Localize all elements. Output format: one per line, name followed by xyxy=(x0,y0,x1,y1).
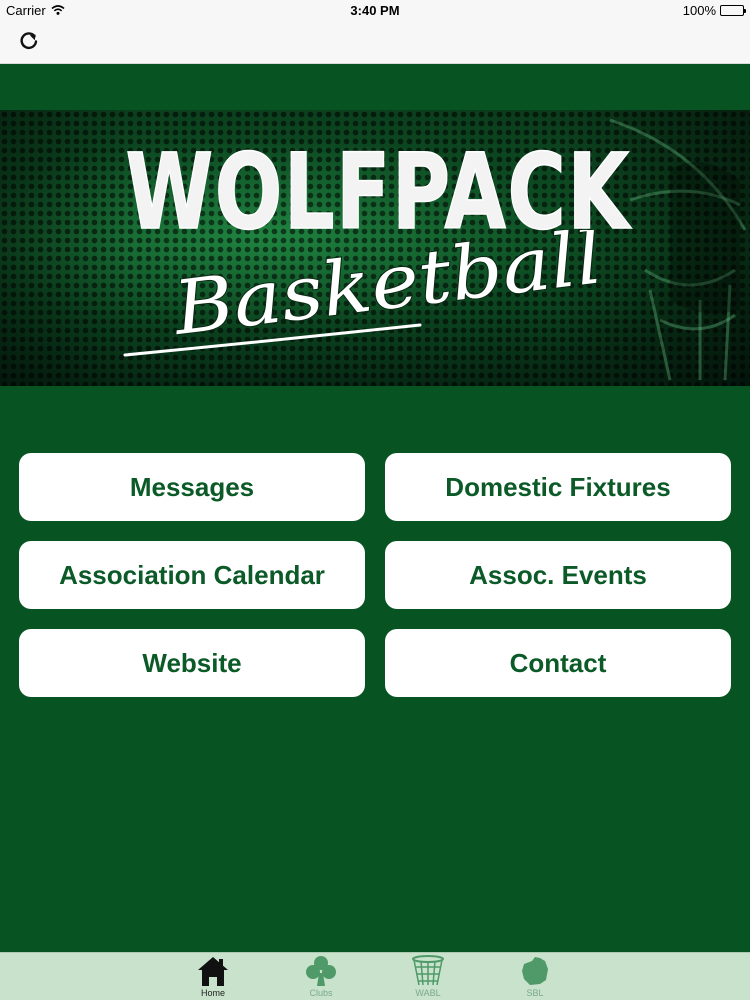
refresh-button[interactable] xyxy=(16,30,42,56)
tab-sbl-label: SBL xyxy=(526,988,544,998)
basketball-net-icon xyxy=(398,955,458,987)
banner-subtitle: Basketball xyxy=(167,230,606,352)
clubs-icon xyxy=(291,955,351,987)
battery-icon xyxy=(720,5,746,16)
association-calendar-button[interactable]: Association Calendar xyxy=(19,541,365,609)
refresh-icon xyxy=(18,30,40,57)
tab-clubs-label: Clubs xyxy=(309,988,333,998)
tab-wabl[interactable]: WABL xyxy=(398,953,458,1000)
nav-bar xyxy=(0,22,750,64)
status-time: 3:40 PM xyxy=(350,3,400,18)
tab-sbl[interactable]: SBL xyxy=(505,953,565,1000)
contact-button[interactable]: Contact xyxy=(385,629,731,697)
home-icon xyxy=(183,955,243,987)
map-icon xyxy=(505,955,565,987)
banner: WOLFPACK Basketball xyxy=(0,110,750,386)
tab-clubs[interactable]: Clubs xyxy=(291,953,351,1000)
status-right: 100% xyxy=(682,3,746,18)
assoc-events-button[interactable]: Assoc. Events xyxy=(385,541,731,609)
main-content: WOLFPACK Basketball Messages Domestic Fi… xyxy=(0,64,750,952)
tab-wabl-label: WABL xyxy=(415,988,441,998)
status-bar: Carrier 3:40 PM 100% xyxy=(0,0,750,22)
banner-subtitle-graphic: Basketball xyxy=(123,230,608,357)
battery-percent: 100% xyxy=(682,3,716,18)
website-button[interactable]: Website xyxy=(19,629,365,697)
domestic-fixtures-button[interactable]: Domestic Fixtures xyxy=(385,453,731,521)
tab-home[interactable]: Home xyxy=(183,953,243,1000)
tab-home-label: Home xyxy=(200,988,225,998)
messages-button[interactable]: Messages xyxy=(19,453,365,521)
tab-bar: Home Clubs WABL SBL xyxy=(0,952,750,1000)
